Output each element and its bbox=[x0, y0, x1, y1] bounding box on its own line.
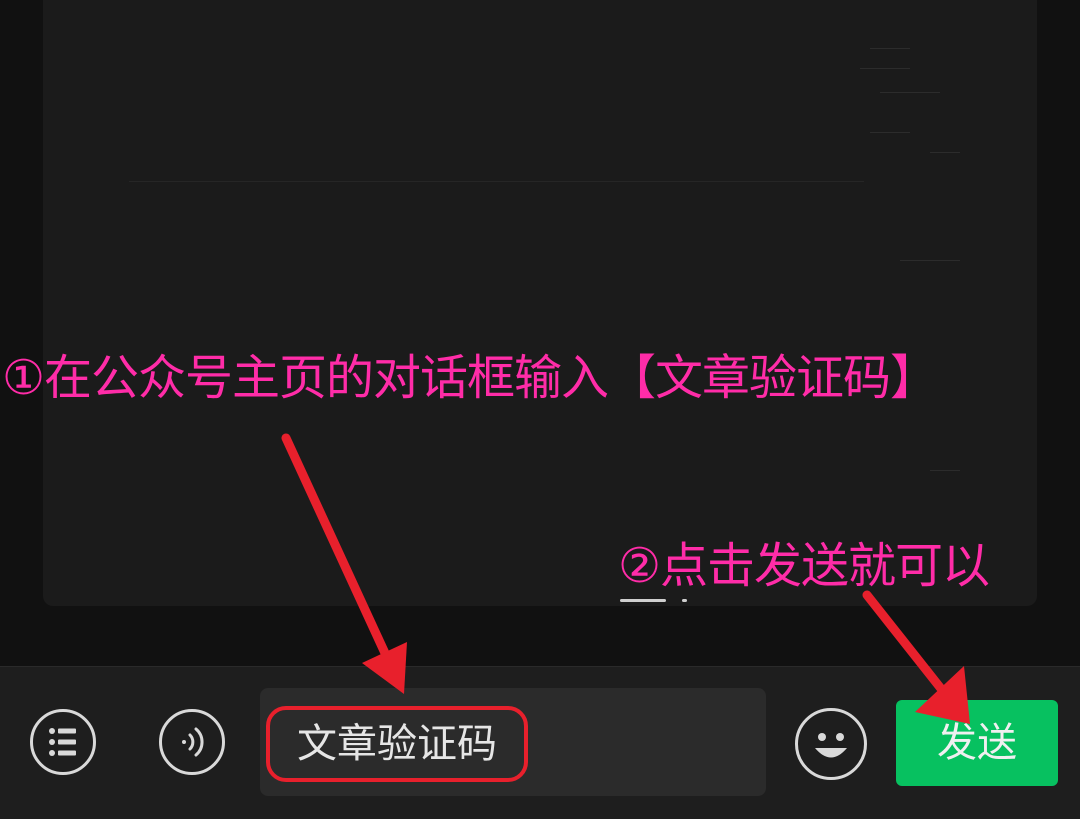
arrow-to-send bbox=[862, 590, 970, 724]
annotation-arrows bbox=[281, 433, 970, 724]
arrow-to-input bbox=[281, 433, 407, 694]
